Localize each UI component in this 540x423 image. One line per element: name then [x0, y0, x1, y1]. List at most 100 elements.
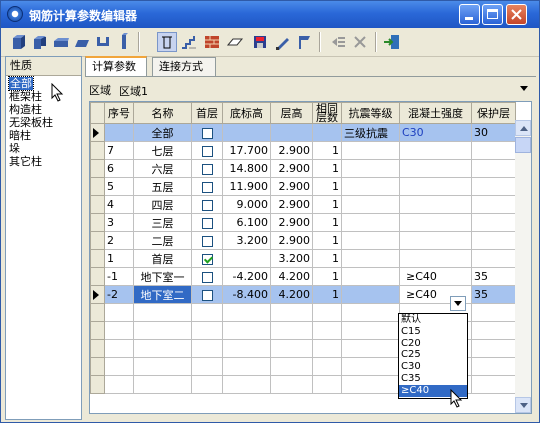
property-item-frame-column[interactable]: 框架柱	[6, 90, 81, 103]
empty-cell[interactable]	[191, 321, 223, 340]
empty-cell[interactable]	[90, 303, 105, 322]
cell-name[interactable]: 全部	[133, 123, 192, 142]
cell-seq[interactable]: -1	[104, 267, 134, 286]
row-marker[interactable]	[90, 159, 105, 178]
cell-bottom-elevation[interactable]: 11.900	[222, 177, 271, 196]
empty-cell[interactable]	[270, 357, 313, 376]
grid-vertical-scrollbar[interactable]	[515, 120, 531, 413]
checkbox[interactable]	[201, 289, 213, 301]
cell-concrete-strength[interactable]	[399, 141, 472, 160]
cell-same-floors[interactable]: 1	[312, 267, 342, 286]
close-button[interactable]	[506, 4, 527, 25]
empty-cell[interactable]	[471, 321, 516, 340]
cell-floor-height[interactable]	[270, 123, 313, 142]
row-marker[interactable]	[90, 249, 105, 268]
empty-cell[interactable]	[471, 357, 516, 376]
row-marker[interactable]	[90, 231, 105, 250]
scroll-up-button[interactable]	[515, 120, 531, 136]
empty-cell[interactable]	[312, 339, 342, 358]
column-icon-3[interactable]	[51, 32, 71, 52]
empty-cell[interactable]	[104, 339, 134, 358]
cell-same-floors[interactable]: 1	[312, 177, 342, 196]
cell-cover[interactable]	[471, 177, 516, 196]
region-dropdown-arrow-icon[interactable]	[520, 86, 528, 91]
empty-cell[interactable]	[341, 357, 400, 376]
property-item-pier[interactable]: 垛	[6, 142, 81, 155]
checkbox[interactable]	[201, 217, 213, 229]
cell-floor-height[interactable]: 3.200	[270, 249, 313, 268]
minimize-button[interactable]	[459, 4, 480, 25]
cell-first-floor[interactable]	[191, 195, 223, 214]
col-header-seismic[interactable]: 抗震等级	[341, 102, 400, 124]
cell-bottom-elevation[interactable]: 9.000	[222, 195, 271, 214]
cell-seismic-grade[interactable]	[341, 213, 400, 232]
column-icon-1[interactable]	[9, 32, 29, 52]
empty-cell[interactable]	[191, 357, 223, 376]
cell-name[interactable]: 七层	[133, 141, 192, 160]
checkbox[interactable]	[201, 235, 213, 247]
delete-icon[interactable]	[350, 32, 370, 52]
cell-bottom-elevation[interactable]: 14.800	[222, 159, 271, 178]
empty-cell[interactable]	[191, 303, 223, 322]
cell-seq[interactable]: 4	[104, 195, 134, 214]
cell-seq[interactable]: 2	[104, 231, 134, 250]
insert-icon[interactable]	[328, 32, 348, 52]
col-header-name[interactable]: 名称	[133, 102, 192, 124]
app-icon[interactable]	[7, 6, 23, 22]
checkbox[interactable]	[201, 181, 213, 193]
empty-cell[interactable]	[222, 303, 271, 322]
tab-calc-params[interactable]: 计算参数	[85, 56, 147, 77]
cell-bottom-elevation[interactable]: 6.100	[222, 213, 271, 232]
property-item-hidden-column[interactable]: 暗柱	[6, 129, 81, 142]
empty-cell[interactable]	[471, 375, 516, 394]
empty-cell[interactable]	[191, 375, 223, 394]
column-icon-5[interactable]	[93, 32, 113, 52]
cell-same-floors[interactable]: 1	[312, 249, 342, 268]
col-header-height[interactable]: 层高	[270, 102, 313, 124]
cell-first-floor[interactable]	[191, 213, 223, 232]
checkbox[interactable]	[201, 199, 213, 211]
table-row[interactable]: 3 三层 6.100 2.900 1	[90, 213, 516, 232]
empty-cell[interactable]	[270, 375, 313, 394]
cell-concrete-strength[interactable]	[399, 213, 472, 232]
property-item-flat-slab-column[interactable]: 无梁板柱	[6, 116, 81, 129]
cell-name[interactable]: 二层	[133, 231, 192, 250]
cell-same-floors[interactable]: 1	[312, 141, 342, 160]
empty-cell[interactable]	[341, 321, 400, 340]
dropdown-option[interactable]: C35	[399, 373, 467, 385]
property-item-structural-column[interactable]: 构造柱	[6, 103, 81, 116]
column-select-icon[interactable]	[157, 32, 177, 52]
cell-same-floors[interactable]: 1	[312, 213, 342, 232]
table-row[interactable]: 2 二层 3.200 2.900 1	[90, 231, 516, 250]
cell-concrete-strength[interactable]: ≥C40	[399, 267, 472, 286]
cell-cover[interactable]	[471, 213, 516, 232]
empty-cell[interactable]	[90, 339, 105, 358]
cell-seismic-grade[interactable]	[341, 159, 400, 178]
checkbox[interactable]	[201, 127, 213, 139]
table-row[interactable]: 全部 三级抗震 C30 30	[90, 123, 516, 142]
cell-seismic-grade[interactable]: 三级抗震	[341, 123, 400, 142]
col-header-concrete[interactable]: 混凝土强度	[399, 102, 472, 124]
cell-name[interactable]: 五层	[133, 177, 192, 196]
flag-icon[interactable]	[295, 32, 315, 52]
dropdown-option[interactable]: C25	[399, 349, 467, 361]
cell-seq[interactable]: 5	[104, 177, 134, 196]
dropdown-option[interactable]: 默认	[399, 314, 467, 326]
cell-floor-height[interactable]: 2.900	[270, 195, 313, 214]
empty-cell[interactable]	[270, 303, 313, 322]
empty-cell[interactable]	[90, 375, 105, 394]
cell-seismic-grade[interactable]	[341, 195, 400, 214]
empty-cell[interactable]	[222, 357, 271, 376]
maximize-button[interactable]	[482, 4, 503, 25]
cell-seismic-grade[interactable]	[341, 285, 400, 304]
cell-name[interactable]: 六层	[133, 159, 192, 178]
empty-cell[interactable]	[104, 303, 134, 322]
cell-bottom-elevation[interactable]	[222, 123, 271, 142]
empty-cell[interactable]	[222, 375, 271, 394]
cell-seismic-grade[interactable]	[341, 177, 400, 196]
cell-first-floor[interactable]	[191, 231, 223, 250]
empty-cell[interactable]	[104, 357, 134, 376]
cell-first-floor[interactable]	[191, 267, 223, 286]
table-row[interactable]: -1 地下室一 -4.200 4.200 1 ≥C40 35	[90, 267, 516, 286]
brick-wall-icon[interactable]	[202, 32, 222, 52]
